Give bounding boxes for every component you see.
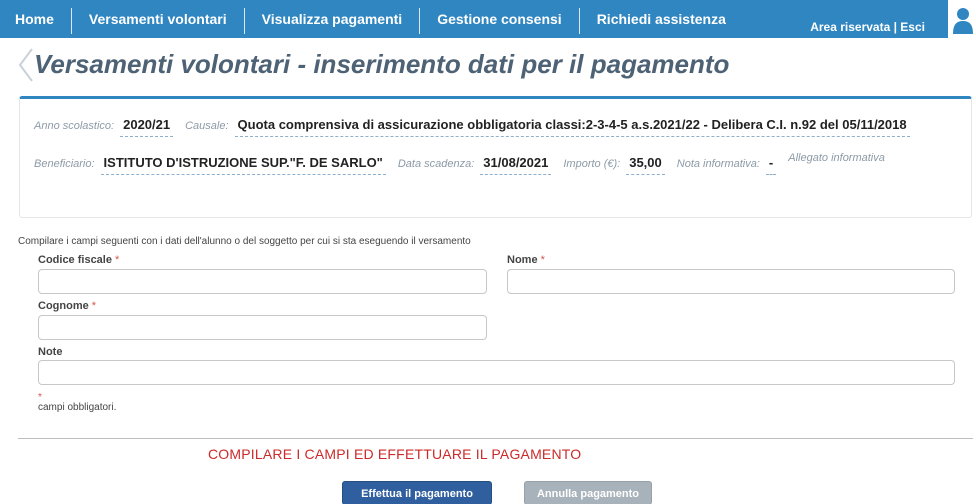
nav-item-versamenti-volontari[interactable]: Versamenti volontari [72,0,244,27]
nav-item-home[interactable]: Home [0,0,71,27]
nav-item-richiedi-assistenza[interactable]: Richiedi assistenza [580,0,743,27]
nota-informativa-value: - [765,155,777,175]
causale-value: Quota comprensiva di assicurazione obbli… [234,117,910,137]
beneficiario-label: Beneficiario: [34,158,95,170]
effettua-pagamento-button[interactable]: Effettua il pagamento [342,481,492,504]
data-scadenza-label: Data scadenza: [397,158,475,170]
causale-label: Causale: [185,120,229,132]
anno-scolastico-label: Anno scolastico: [34,120,115,132]
annulla-pagamento-button[interactable]: Annulla pagamento [524,481,652,504]
nota-informativa-label: Nota informativa: [676,158,760,170]
importo-value: 35,00 [626,155,665,175]
info-row-causale: Anno scolastico: 2020/21 Causale: Quota … [34,117,922,137]
required-marker: * [540,254,545,266]
anno-scolastico-value: 2020/21 [120,117,174,137]
page-title: Versamenti volontari - inserimento dati … [34,49,730,79]
importo-label: Importo (€): [563,158,621,170]
nav-bar: Home Versamenti volontari Visualizza pag… [0,0,955,38]
section-divider [18,438,973,439]
allegato-informativa-link[interactable]: Allegato informativa [788,152,885,164]
beneficiario-value: ISTITUTO D'ISTRUZIONE SUP."F. DE SARLO" [100,155,386,175]
area-riservata-link[interactable]: Area riservata | Esci [810,20,925,34]
codice-fiscale-label: Codice fiscale * [38,254,120,266]
user-area[interactable] [948,0,976,38]
required-marker: * [91,300,97,312]
required-marker: * [115,254,120,266]
top-navigation: Home Versamenti volontari Visualizza pag… [0,0,976,38]
cognome-label: Cognome * [38,300,97,312]
cognome-input[interactable] [38,315,487,340]
nome-label: Nome * [507,254,545,266]
nav-item-visualizza-pagamenti[interactable]: Visualizza pagamenti [245,0,420,27]
nav-item-gestione-consensi[interactable]: Gestione consensi [420,0,578,27]
note-input[interactable] [38,360,955,385]
note-label: Note [38,346,63,358]
codice-fiscale-input[interactable] [38,269,487,294]
form-instructions: Compilare i campi seguenti con i dati de… [18,236,471,247]
fill-fields-warning: COMPILARE I CAMPI ED EFFETTUARE IL PAGAM… [208,446,582,462]
user-silhouette-icon [953,8,973,34]
info-row-beneficiario: Beneficiario: ISTITUTO D'ISTRUZIONE SUP.… [34,152,885,175]
data-scadenza-value: 31/08/2021 [480,155,552,175]
payment-info-panel: Anno scolastico: 2020/21 Causale: Quota … [19,96,972,218]
nome-input[interactable] [507,269,955,294]
required-fields-note: campi obbligatori. [38,402,117,413]
